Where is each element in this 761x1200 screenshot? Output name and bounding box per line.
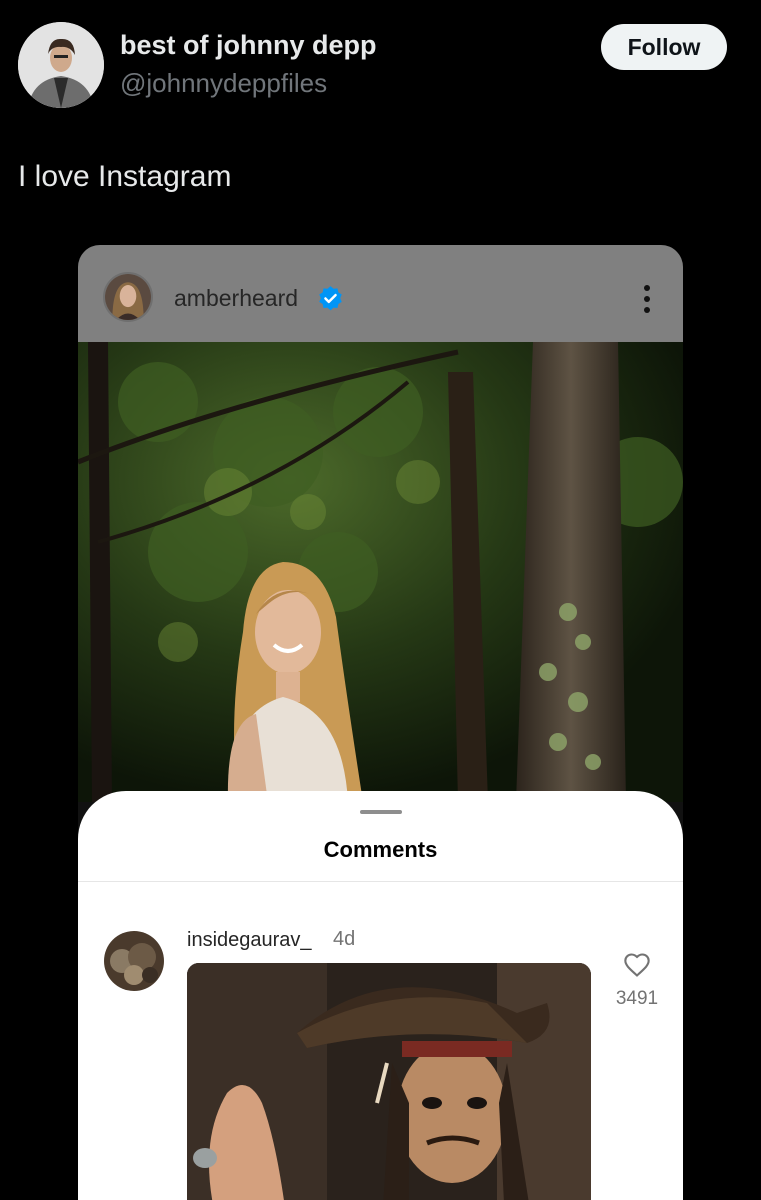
- comment-gif-image[interactable]: [187, 963, 591, 1200]
- tweet-media-image[interactable]: amberheard Comments insidegaurav_ 4d 349…: [78, 245, 683, 1200]
- verified-badge-icon: [319, 286, 342, 311]
- divider: [78, 881, 683, 882]
- author-handle[interactable]: @johnnydeppfiles: [120, 68, 327, 99]
- instagram-post-header: amberheard: [78, 245, 683, 342]
- author-display-name[interactable]: best of johnny depp: [120, 30, 377, 61]
- instagram-username: amberheard: [174, 285, 299, 311]
- tweet-text: I love Instagram: [18, 160, 232, 193]
- commenter-username[interactable]: insidegaurav_: [187, 929, 312, 952]
- follow-button[interactable]: Follow: [601, 24, 727, 70]
- tweet-header: best of johnny depp @johnnydeppfiles Fol…: [0, 0, 761, 120]
- sheet-drag-handle[interactable]: [360, 810, 402, 814]
- post-photo: [78, 342, 683, 802]
- comment-timestamp: 4d: [333, 928, 356, 950]
- comments-title: Comments: [323, 837, 438, 862]
- comments-sheet: Comments insidegaurav_ 4d 3491: [78, 791, 683, 1200]
- like-count: 3491: [615, 988, 659, 1009]
- heart-icon[interactable]: [623, 951, 651, 979]
- commenter-avatar[interactable]: [104, 931, 164, 991]
- author-avatar[interactable]: [18, 22, 104, 108]
- instagram-avatar: [103, 272, 153, 322]
- more-options-icon[interactable]: [637, 282, 657, 316]
